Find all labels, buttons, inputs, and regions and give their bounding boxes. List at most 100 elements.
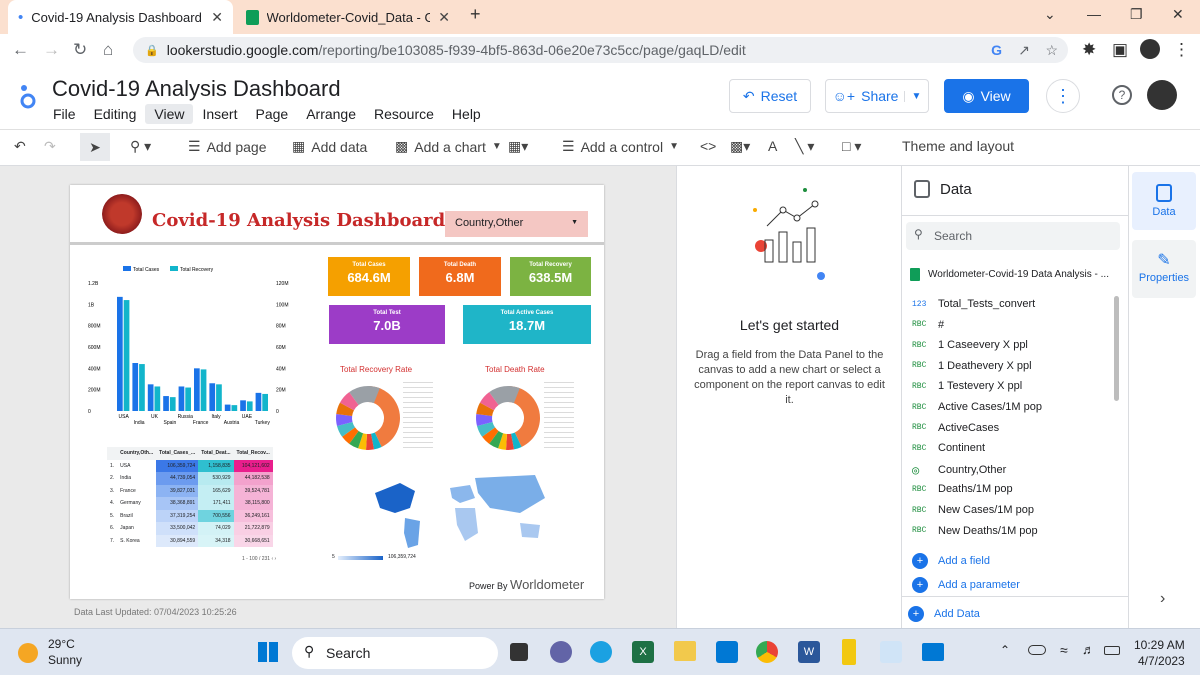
maximize-icon[interactable]: ❐	[1130, 6, 1143, 23]
clock-time[interactable]: 10:29 AM	[1134, 638, 1185, 652]
menu-page[interactable]: Page	[246, 104, 297, 124]
data-field[interactable]: RBC 1 Testevery X ppl	[912, 380, 1022, 392]
table-row[interactable]: 2. India 44,739,054 530,929 44,182,538	[107, 472, 273, 485]
country-dropdown[interactable]: Country,Other ▼	[445, 211, 588, 237]
data-field[interactable]: RBC Continent	[912, 442, 985, 454]
reset-button[interactable]: ↶ Reset	[729, 79, 811, 113]
image-icon[interactable]: ▩▾	[730, 138, 750, 155]
zoom-icon[interactable]: ⚲ ▾	[130, 138, 151, 155]
snipping-tool-icon[interactable]	[880, 641, 902, 663]
chevron-right-icon[interactable]: ›	[275, 556, 277, 562]
browser-menu-icon[interactable]: ⋮	[1173, 40, 1190, 60]
home-icon[interactable]: ⌂	[103, 40, 113, 60]
cases-recovery-bar-chart[interactable]: 0 0 200M 20M 400M 40M 600M 60M 800M 80M 1B 100M 1.2B…	[88, 261, 293, 431]
line-icon[interactable]: ╲ ▾	[795, 138, 814, 155]
kpi-total-recovery[interactable]: Total Recovery 638.5M	[510, 257, 591, 296]
user-avatar[interactable]	[1147, 80, 1177, 110]
menu-file[interactable]: File	[44, 104, 85, 124]
menu-help[interactable]: Help	[443, 104, 490, 124]
field-search[interactable]: ⚲ Search	[906, 222, 1120, 250]
tray-chevron-icon[interactable]: ⌃	[1000, 643, 1010, 657]
add-chart-button[interactable]: ▩ Add a chart ▼	[395, 138, 502, 155]
menu-arrange[interactable]: Arrange	[297, 104, 365, 124]
extensions-icon[interactable]: ✸	[1082, 40, 1096, 60]
table-header[interactable]: Total_Cases_...	[156, 447, 198, 460]
add-data-button[interactable]: ▦ Add data	[292, 138, 367, 155]
reload-icon[interactable]: ↻	[73, 40, 87, 60]
add-field-button[interactable]: + Add a field	[912, 553, 990, 569]
text-icon[interactable]: A	[768, 138, 777, 154]
google-icon[interactable]: G	[991, 42, 1002, 58]
data-field[interactable]: RBC Active Cases/1M pop	[912, 401, 1042, 413]
data-field[interactable]: RBC New Cases/1M pop	[912, 504, 1034, 516]
data-field[interactable]: RBC Deaths/1M pop	[912, 483, 1013, 495]
report-page[interactable]: Covid-19 Analysis Dashboard Country,Othe…	[70, 185, 604, 599]
report-title[interactable]: Covid-19 Analysis Dashboard	[52, 76, 341, 102]
battery-icon[interactable]	[1104, 646, 1120, 655]
add-control-button[interactable]: ☰ Add a control ▼	[562, 138, 679, 155]
back-icon[interactable]: ←	[12, 40, 29, 60]
windows-start-icon[interactable]	[258, 642, 278, 662]
sidepanel-icon[interactable]: ▣	[1112, 40, 1128, 60]
fields-scrollbar[interactable]	[1114, 296, 1119, 401]
onedrive-icon[interactable]	[1028, 645, 1046, 655]
close-icon[interactable]: ✕	[211, 9, 223, 26]
share-button[interactable]: ☺+ Share ▼	[825, 79, 929, 113]
tab-sheets[interactable]: Worldometer-Covid_Data - Goog ✕	[236, 0, 460, 34]
shape-icon[interactable]: □ ▾	[842, 138, 861, 155]
rail-data-tab[interactable]: Data	[1132, 172, 1196, 230]
chat-app-icon[interactable]	[550, 641, 572, 663]
rail-properties-tab[interactable]: ✎ Properties	[1132, 240, 1196, 298]
death-rate-donut[interactable]	[473, 383, 543, 453]
recovery-rate-donut[interactable]	[333, 383, 403, 453]
embed-code-icon[interactable]: <>	[700, 138, 716, 154]
chrome-icon[interactable]	[756, 641, 778, 663]
table-header[interactable]: Country,Oth...	[117, 447, 156, 460]
taskbar-search[interactable]: ⚲ Search	[292, 637, 498, 669]
tab-search-icon[interactable]: ⌄	[1044, 6, 1056, 23]
bookmark-star-icon[interactable]: ☆	[1045, 42, 1058, 59]
theme-layout-button[interactable]: Theme and layout	[902, 138, 1014, 154]
data-field[interactable]: RBC ActiveCases	[912, 422, 999, 434]
kpi-total-active[interactable]: Total Active Cases 18.7M	[463, 305, 591, 344]
volume-icon[interactable]: ♬	[1082, 642, 1095, 657]
data-field[interactable]: RBC 1 Deathevery X ppl	[912, 360, 1032, 372]
community-viz-icon[interactable]: ▦▾	[508, 138, 528, 155]
help-icon[interactable]: ?	[1112, 85, 1132, 105]
task-view-icon[interactable]	[510, 643, 528, 661]
mail-icon[interactable]	[922, 643, 944, 661]
undo-icon[interactable]: ↶	[14, 138, 26, 155]
table-row[interactable]: 5. Brazil 37,319,254 700,556 36,249,161	[107, 509, 273, 522]
data-source[interactable]: Worldometer-Covid-19 Data Analysis - ...	[910, 268, 1109, 281]
world-map[interactable]	[360, 463, 555, 553]
wifi-icon[interactable]: ≈	[1060, 642, 1068, 658]
window-close-icon[interactable]: ✕	[1172, 6, 1184, 23]
menu-view[interactable]: View	[145, 104, 194, 124]
select-pointer-icon[interactable]: ➤	[80, 133, 110, 161]
forward-icon[interactable]: →	[43, 40, 60, 60]
profile-avatar[interactable]	[1140, 39, 1160, 59]
chevron-down-icon[interactable]: ▼	[904, 90, 921, 102]
redo-icon[interactable]: ↷	[44, 138, 56, 155]
data-field[interactable]: RBC New Deaths/1M pop	[912, 525, 1038, 537]
table-header[interactable]: Total_Recov...	[234, 447, 273, 460]
kpi-total-death[interactable]: Total Death 6.8M	[419, 257, 501, 296]
excel-icon[interactable]: X	[632, 641, 654, 663]
close-icon[interactable]: ✕	[438, 9, 450, 26]
data-field[interactable]: RBC 1 Caseevery X ppl	[912, 339, 1028, 351]
table-row[interactable]: 3. France 39,827,031 165,629 39,524,781	[107, 484, 273, 497]
more-options-icon[interactable]: ⋮	[1046, 79, 1080, 113]
minimize-icon[interactable]: —	[1087, 6, 1101, 22]
chevron-left-icon[interactable]: ‹	[271, 556, 273, 562]
country-table[interactable]: Country,Oth... Total_Cases_... Total_Deat.…	[107, 447, 310, 555]
menu-resource[interactable]: Resource	[365, 104, 443, 124]
view-button[interactable]: ◉ View	[944, 79, 1029, 113]
add-parameter-button[interactable]: + Add a parameter	[912, 577, 1020, 593]
add-page-button[interactable]: ☰ Add page	[188, 138, 267, 155]
table-row[interactable]: 4. Germany 38,368,891 171,411 38,115,800	[107, 497, 273, 510]
share-page-icon[interactable]: ↗	[1018, 42, 1030, 59]
data-field[interactable]: 123 Total_Tests_convert	[912, 298, 1035, 310]
url-field[interactable]: 🔒 lookerstudio.google.com/reporting/be10…	[133, 37, 1068, 63]
menu-insert[interactable]: Insert	[193, 104, 246, 124]
table-row[interactable]: 6. Japan 33,500,042 74,029 21,722,879	[107, 522, 273, 535]
